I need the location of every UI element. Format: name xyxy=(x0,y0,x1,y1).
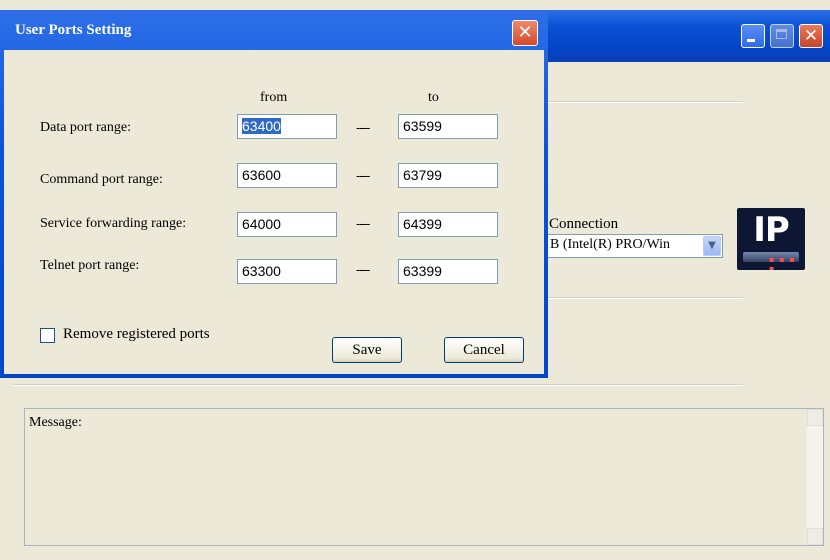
range-separator: ---- xyxy=(356,216,370,231)
telnet-port-from-input[interactable]: 63300 xyxy=(237,259,337,284)
user-ports-dialog: User Ports Setting ✕ from to Data port r… xyxy=(0,10,548,378)
ip-logo-text: IP xyxy=(753,210,790,250)
range-separator: ---- xyxy=(356,168,370,183)
separator xyxy=(545,297,743,299)
service-forwarding-to-input[interactable]: 64399 xyxy=(398,212,498,237)
save-button[interactable]: Save xyxy=(332,337,402,363)
command-port-range-label: Command port range: xyxy=(40,172,163,187)
dialog-close-button[interactable]: ✕ xyxy=(512,20,538,46)
data-port-to-input[interactable]: 63599 xyxy=(398,114,498,139)
dropdown-arrow-icon[interactable]: ▼ xyxy=(703,236,721,256)
maximize-button[interactable] xyxy=(770,24,794,48)
close-button[interactable]: ✕ xyxy=(799,24,823,48)
cancel-button[interactable]: Cancel xyxy=(444,337,524,363)
connection-label: Connection xyxy=(549,216,619,232)
close-icon: ✕ xyxy=(517,22,533,43)
remove-registered-ports-label[interactable]: Remove registered ports xyxy=(63,326,210,343)
data-port-from-input[interactable]: 63400 xyxy=(237,114,337,139)
scroll-up-icon[interactable] xyxy=(807,409,823,426)
network-adapter-select[interactable]: B (Intel(R) PRO/Win ▼ xyxy=(545,234,723,258)
to-column-header: to xyxy=(428,90,439,105)
telnet-port-to-input[interactable]: 63399 xyxy=(398,259,498,284)
close-icon: ✕ xyxy=(803,26,819,46)
minimize-button[interactable] xyxy=(741,24,765,48)
data-port-range-label: Data port range: xyxy=(40,120,131,135)
separator xyxy=(14,384,743,386)
message-scrollbar[interactable] xyxy=(807,409,823,545)
message-area[interactable]: Message: xyxy=(24,408,824,546)
command-port-to-input[interactable]: 63799 xyxy=(398,163,498,188)
command-port-from-input[interactable]: 63600 xyxy=(237,163,337,188)
ip-logo-icon: IP ▪ ▪ ▪ ▪ xyxy=(737,208,805,270)
range-separator: ---- xyxy=(356,120,370,135)
dialog-title: User Ports Setting xyxy=(15,22,132,38)
range-separator: ---- xyxy=(356,262,370,277)
remove-registered-ports-checkbox[interactable] xyxy=(40,328,55,343)
service-forwarding-from-input[interactable]: 64000 xyxy=(237,212,337,237)
telnet-port-range-label: Telnet port range: xyxy=(40,258,140,273)
separator xyxy=(545,101,743,103)
scroll-down-icon[interactable] xyxy=(807,528,823,545)
service-forwarding-range-label: Service forwarding range: xyxy=(40,216,187,231)
message-label: Message: xyxy=(29,415,82,430)
adapter-value: B (Intel(R) PRO/Win xyxy=(550,237,670,252)
dialog-body: from to Data port range: 63400 ---- 6359… xyxy=(4,50,544,374)
from-column-header: from xyxy=(260,90,288,105)
